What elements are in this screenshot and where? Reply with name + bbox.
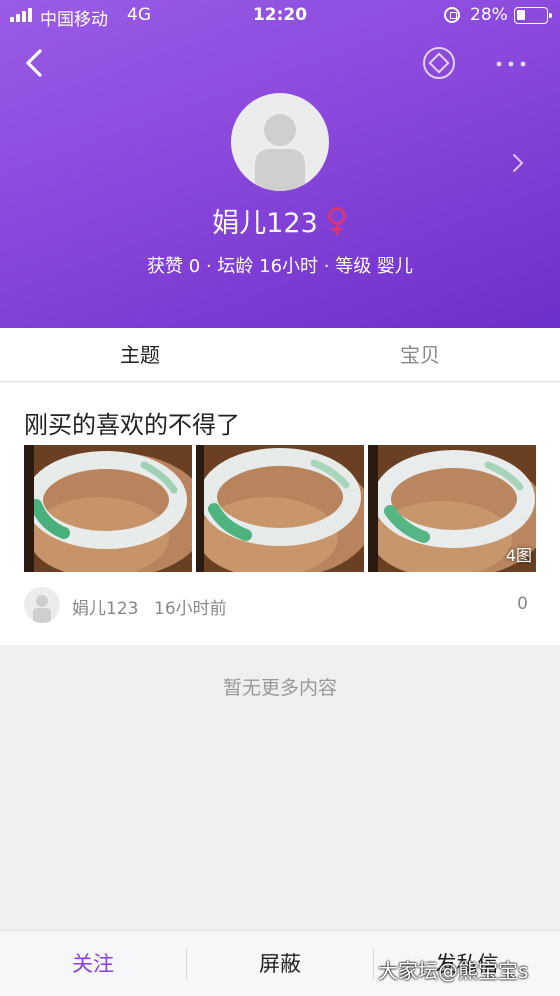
- profile-stats: 获赞 0 · 坛龄 16小时 · 等级 婴儿: [147, 256, 413, 277]
- post-image[interactable]: [24, 445, 192, 572]
- watermark: 大家坛@熊宝宝s: [378, 959, 529, 983]
- battery-percent: 28%: [470, 5, 508, 25]
- post-title[interactable]: 刚买的喜欢的不得了: [24, 405, 240, 440]
- post-image[interactable]: 4图: [368, 445, 536, 572]
- reply-count: 0: [517, 594, 528, 614]
- chevron-right-icon[interactable]: [510, 152, 526, 174]
- orientation-lock-icon: [444, 7, 460, 23]
- default-avatar-icon: [33, 595, 51, 623]
- back-icon[interactable]: [22, 46, 48, 80]
- author-avatar[interactable]: [24, 587, 60, 623]
- empty-state-text: 暂无更多内容: [222, 677, 337, 699]
- username: 娟儿123: [212, 208, 318, 239]
- post-image[interactable]: [196, 445, 364, 572]
- more-icon[interactable]: [494, 54, 528, 74]
- bangle-photo: [24, 445, 192, 572]
- post-card[interactable]: 刚买的喜欢的不得了 4图 娟儿123 16小时前 0: [0, 383, 560, 645]
- bangle-photo: [196, 445, 364, 572]
- post-author[interactable]: 娟儿123: [72, 594, 138, 619]
- tab-bar: 主题 宝贝: [0, 328, 560, 382]
- follow-button[interactable]: 关注: [0, 931, 186, 996]
- female-icon: [328, 206, 346, 235]
- block-button[interactable]: 屏蔽: [187, 931, 373, 996]
- image-count-label: 4图: [505, 546, 532, 565]
- tab-topics[interactable]: 主题: [0, 328, 280, 382]
- battery-icon: [514, 7, 552, 24]
- default-avatar-icon: [255, 114, 305, 191]
- avatar[interactable]: [231, 93, 329, 191]
- badge-icon[interactable]: [422, 46, 456, 80]
- post-time: 16小时前: [154, 599, 227, 619]
- tab-items[interactable]: 宝贝: [280, 328, 560, 382]
- status-bar: 中国移动 4G 12:20 28%: [0, 0, 560, 30]
- profile-header: 中国移动 4G 12:20 28% 娟儿123 获赞 0 · 坛龄 16小时 ·…: [0, 0, 560, 328]
- username-row: 娟儿123: [0, 201, 560, 240]
